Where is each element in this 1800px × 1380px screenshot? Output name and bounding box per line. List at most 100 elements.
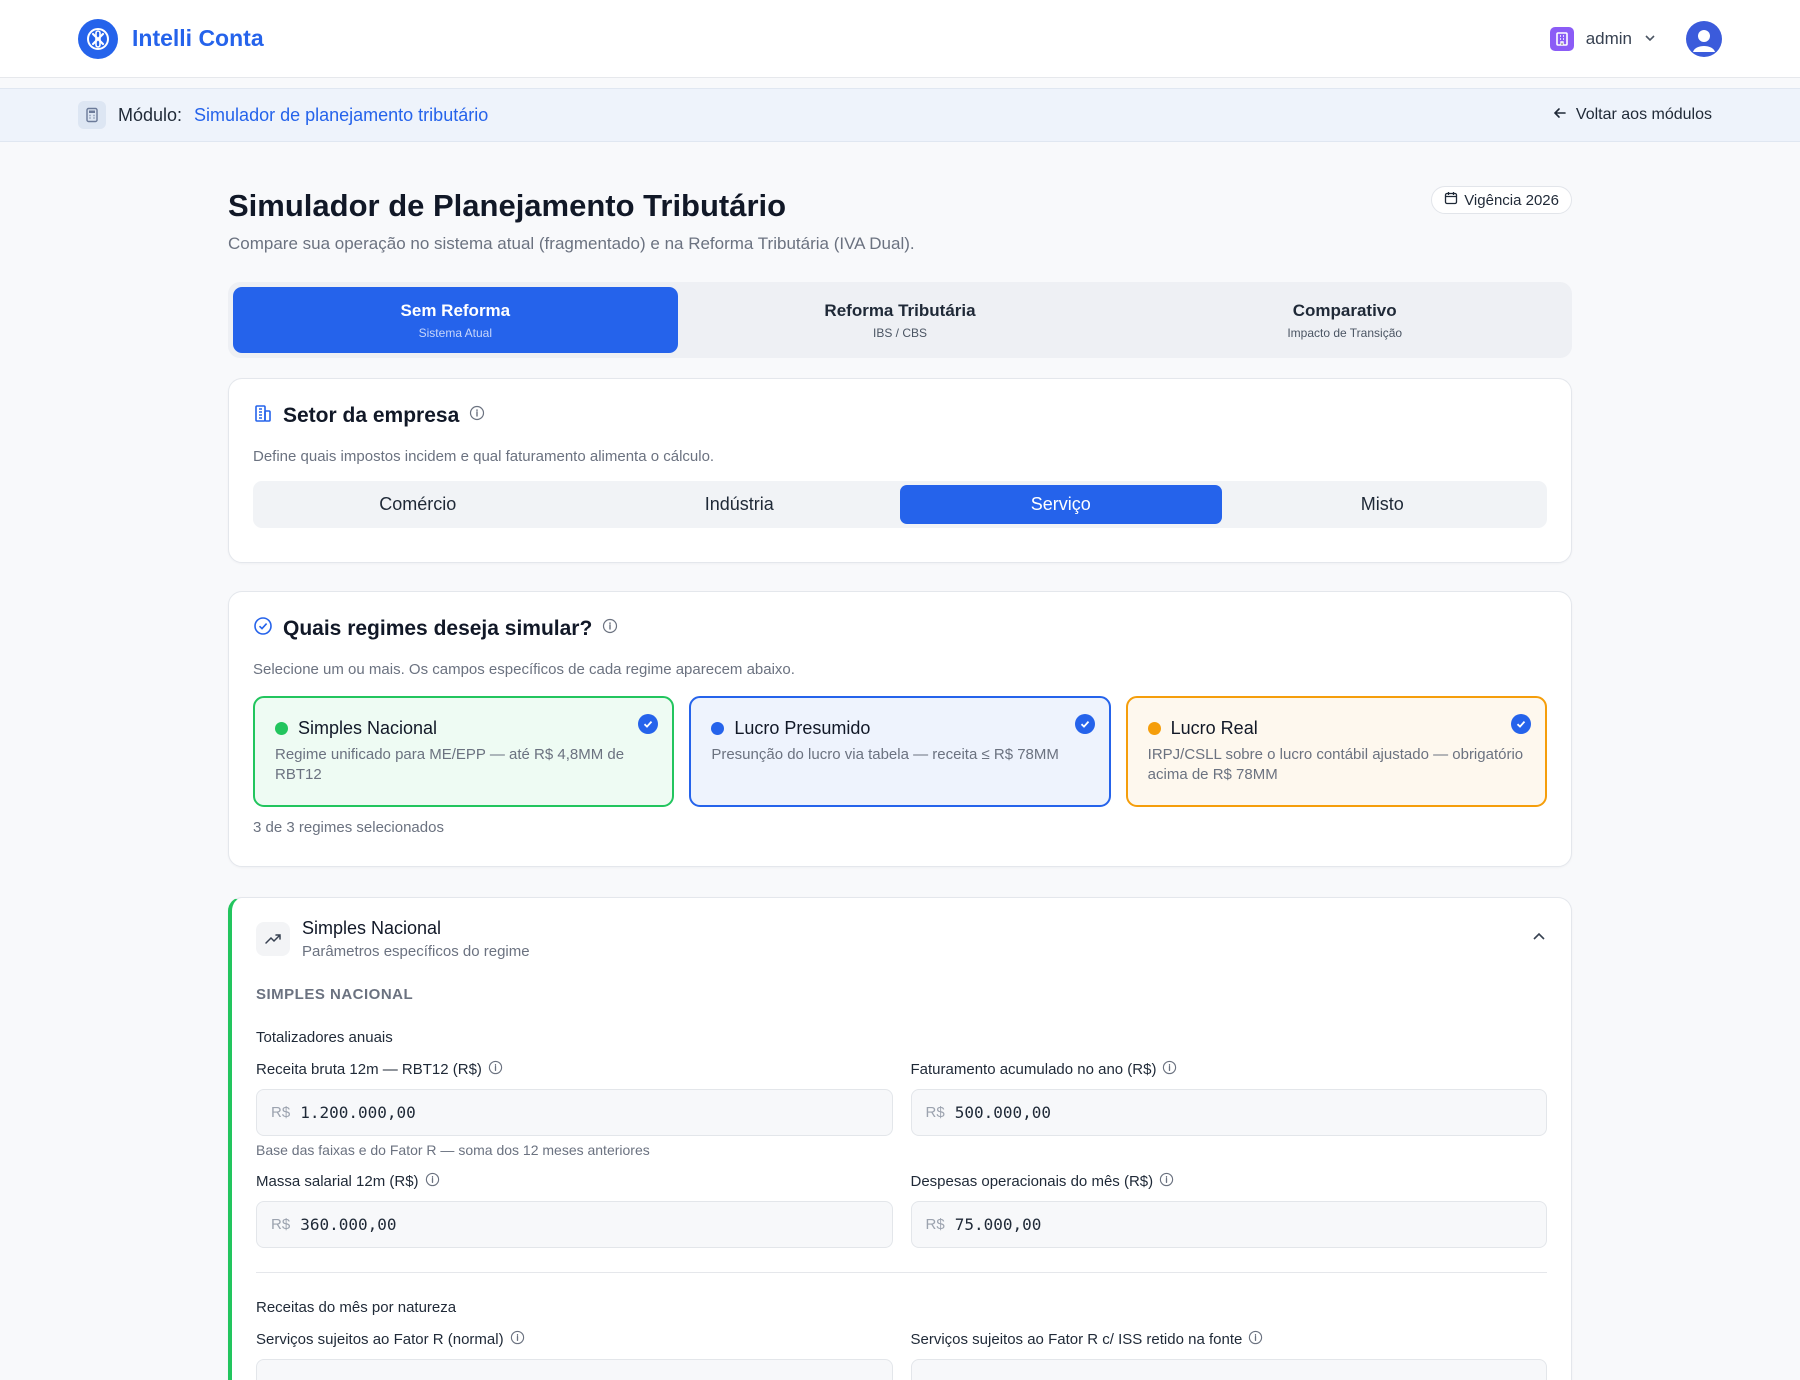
params-header[interactable]: Simples Nacional Parâmetros específicos …: [256, 918, 1547, 960]
module-prefix: Módulo:: [118, 104, 183, 125]
sector-option-comercio[interactable]: Comércio: [257, 485, 579, 524]
main-content: Simulador de Planejamento Tributário Com…: [228, 178, 1572, 1380]
simples-params-card: Simples Nacional Parâmetros específicos …: [228, 897, 1572, 1380]
regime-option-lucro-real[interactable]: Lucro Real IRPJ/CSLL sobre o lucro contá…: [1125, 696, 1547, 807]
field-rbt12: Receita bruta 12m — RBT12 (R$) R$ 1.200.…: [256, 1060, 893, 1158]
currency-prefix: R$: [925, 1216, 945, 1233]
avatar[interactable]: [1686, 20, 1722, 57]
info-icon[interactable]: [488, 1060, 503, 1079]
regime-title: Simples Nacional: [298, 718, 438, 738]
selected-count: 3 de 3 regimes selecionados: [253, 819, 444, 836]
params-subtitle: Parâmetros específicos do regime: [302, 943, 530, 960]
input-value: 500.000,00: [954, 1103, 1052, 1122]
currency-prefix: R$: [925, 1104, 945, 1121]
module-bar: Módulo: Simulador de planejamento tribut…: [0, 88, 1800, 142]
chevron-up-icon[interactable]: [1531, 929, 1547, 950]
back-to-modules-link[interactable]: Voltar aos módulos: [1552, 105, 1712, 126]
info-icon[interactable]: [469, 405, 485, 426]
check-circle-icon: [253, 616, 273, 641]
group-label-monthly: Receitas do mês por natureza: [256, 1299, 457, 1316]
sector-title: Setor da empresa: [283, 403, 460, 427]
tab-subtitle: IBS / CBS: [872, 325, 928, 340]
trending-up-icon: [256, 922, 290, 956]
checkmark-icon: [1074, 714, 1095, 734]
servicos-fator-r-input[interactable]: [256, 1359, 893, 1380]
user-avatar-icon: [1693, 29, 1715, 52]
regime-option-simples-nacional[interactable]: Simples Nacional Regime unificado para M…: [253, 696, 675, 807]
checkmark-icon: [1510, 714, 1531, 734]
top-bar: Intelli Conta admin: [0, 0, 1800, 78]
arrow-left-icon: [1552, 105, 1568, 126]
despesas-operacionais-input[interactable]: R$ 75.000,00: [910, 1201, 1547, 1248]
regime-description: IRPJ/CSLL sobre o lucro contábil ajustad…: [1147, 746, 1524, 784]
regime-title: Lucro Real: [1170, 718, 1258, 738]
info-icon[interactable]: [1159, 1172, 1174, 1191]
field-label: Massa salarial 12m (R$): [256, 1173, 419, 1190]
regime-option-lucro-presumido[interactable]: Lucro Presumido Presunção do lucro via t…: [689, 696, 1111, 807]
calendar-icon: [1444, 191, 1458, 209]
page-subtitle: Compare sua operação no sistema atual (f…: [228, 234, 915, 253]
regimes-card: Quais regimes deseja simular? Selecione …: [228, 591, 1572, 867]
user-menu[interactable]: admin: [1549, 26, 1656, 51]
input-value: 360.000,00: [300, 1215, 397, 1234]
section-label: SIMPLES NACIONAL: [256, 986, 414, 1003]
field-label: Serviços sujeitos ao Fator R (normal): [256, 1331, 504, 1348]
tab-title: Sem Reforma: [400, 300, 511, 320]
field-faturamento-acumulado: Faturamento acumulado no ano (R$) R$ 500…: [910, 1060, 1547, 1158]
status-dot: [711, 722, 725, 735]
tab-comparativo[interactable]: Comparativo Impacto de Transição: [1122, 287, 1567, 353]
sector-selector: Comércio Indústria Serviço Misto: [253, 481, 1547, 528]
servicos-fator-r-iss-input[interactable]: [910, 1359, 1547, 1380]
vigencia-label: Vigência 2026: [1464, 191, 1559, 209]
field-servicos-fator-r: Serviços sujeitos ao Fator R (normal): [256, 1330, 893, 1380]
info-icon[interactable]: [1248, 1330, 1263, 1349]
regimes-title: Quais regimes deseja simular?: [283, 616, 593, 640]
group-label-annual: Totalizadores anuais: [256, 1029, 393, 1046]
regime-description: Presunção do lucro via tabela — receita …: [711, 746, 1059, 763]
massa-salarial-input[interactable]: R$ 360.000,00: [256, 1201, 893, 1248]
tab-subtitle: Impacto de Transição: [1287, 325, 1403, 340]
faturamento-acumulado-input[interactable]: R$ 500.000,00: [910, 1089, 1547, 1136]
checkmark-icon: [638, 714, 659, 734]
sector-option-misto[interactable]: Misto: [1222, 485, 1544, 524]
tab-subtitle: Sistema Atual: [418, 325, 493, 340]
field-hint: Base das faixas e do Fator R — soma dos …: [256, 1142, 650, 1158]
back-link-label: Voltar aos módulos: [1575, 106, 1712, 123]
building-icon: [1549, 26, 1574, 51]
info-icon[interactable]: [1162, 1060, 1177, 1079]
status-dot: [275, 722, 288, 735]
tab-title: Reforma Tributária: [824, 300, 976, 320]
brand[interactable]: Intelli Conta: [78, 18, 264, 59]
page-title: Simulador de Planejamento Tributário: [228, 188, 787, 223]
tab-sem-reforma[interactable]: Sem Reforma Sistema Atual: [233, 287, 678, 353]
info-icon[interactable]: [425, 1172, 440, 1191]
field-massa-salarial: Massa salarial 12m (R$) R$ 360.000,00: [256, 1172, 893, 1248]
currency-prefix: R$: [271, 1216, 291, 1233]
sector-option-servico[interactable]: Serviço: [900, 485, 1222, 524]
params-title: Simples Nacional: [302, 918, 442, 938]
info-icon[interactable]: [510, 1330, 525, 1349]
main-tabs: Sem Reforma Sistema Atual Reforma Tribut…: [228, 282, 1572, 358]
field-label: Despesas operacionais do mês (R$): [910, 1173, 1154, 1190]
brand-name: Intelli Conta: [132, 25, 264, 51]
rbt12-input[interactable]: R$ 1.200.000,00: [256, 1089, 893, 1136]
input-value: 75.000,00: [954, 1215, 1042, 1234]
divider: [256, 1272, 1547, 1273]
buildings-icon: [253, 403, 273, 428]
regime-title: Lucro Presumido: [734, 718, 871, 738]
tab-reforma-tributaria[interactable]: Reforma Tributária IBS / CBS: [678, 287, 1123, 353]
status-dot: [1147, 722, 1161, 735]
vigencia-badge: Vigência 2026: [1431, 186, 1572, 214]
input-value: 1.200.000,00: [300, 1103, 416, 1122]
regime-description: Regime unificado para ME/EPP — até R$ 4,…: [275, 746, 625, 784]
info-icon[interactable]: [602, 618, 618, 639]
regimes-description: Selecione um ou mais. Os campos específi…: [253, 661, 795, 678]
field-label: Serviços sujeitos ao Fator R c/ ISS reti…: [910, 1331, 1243, 1348]
user-name: admin: [1585, 28, 1632, 48]
field-servicos-fator-r-iss-retido: Serviços sujeitos ao Fator R c/ ISS reti…: [910, 1330, 1547, 1380]
field-label: Receita bruta 12m — RBT12 (R$): [256, 1061, 482, 1078]
sector-option-industria[interactable]: Indústria: [579, 485, 901, 524]
sector-description: Define quais impostos incidem e qual fat…: [253, 448, 715, 465]
brand-logo-icon: [78, 18, 118, 59]
module-name: Simulador de planejamento tributário: [194, 104, 489, 125]
